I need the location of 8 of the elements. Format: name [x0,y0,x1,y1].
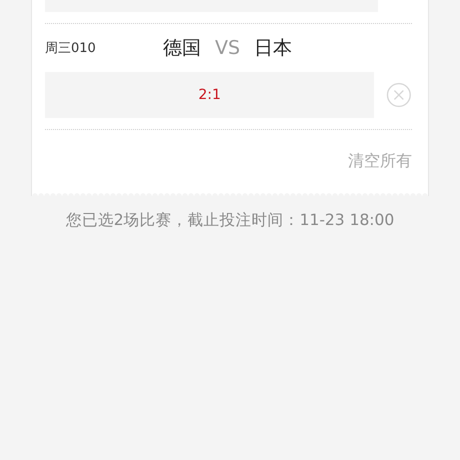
away-team: 日本 [254,36,292,61]
score-pick: 2:1 [198,87,221,103]
clear-all-link[interactable]: 清空所有 [348,150,412,172]
summary-text: 您已选2场比赛，截止投注时间：11-23 18:00 [64,210,396,231]
match-code: 周三010 [45,40,97,57]
close-icon[interactable] [386,82,412,108]
home-team: 德国 [163,36,201,61]
vs-label: VS [215,37,240,59]
